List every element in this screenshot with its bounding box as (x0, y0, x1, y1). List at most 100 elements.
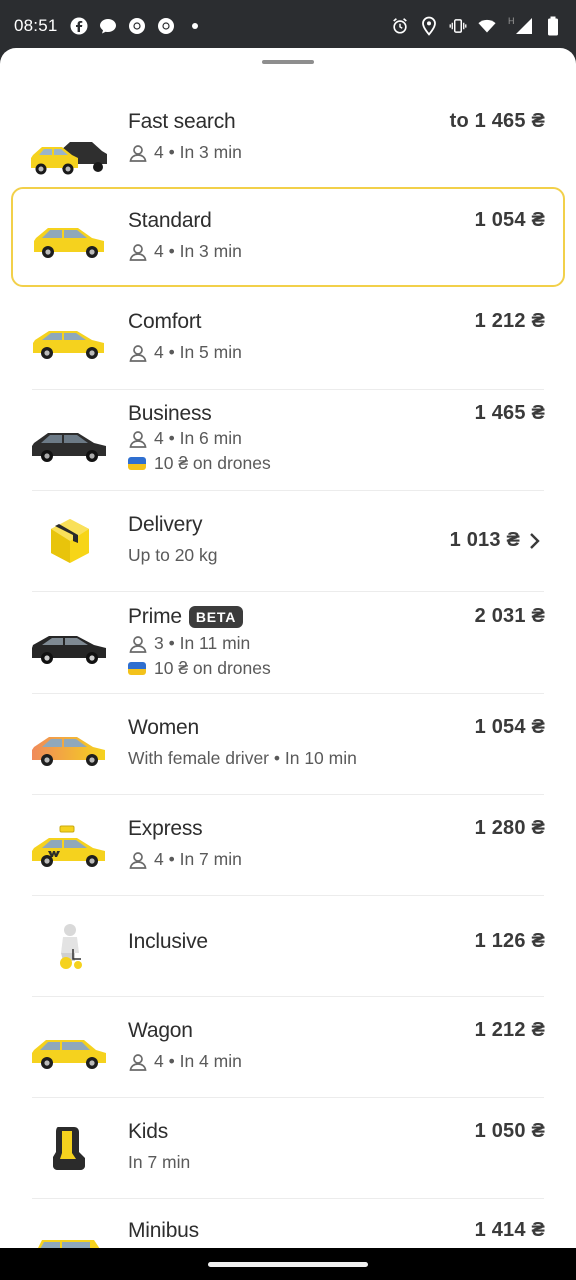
notification-dot-icon (186, 17, 204, 35)
tariff-price: 1 054 ₴ (474, 716, 545, 738)
chevron-right-icon[interactable] (528, 532, 540, 550)
tariff-subtitle: With female driver • In 10 min (128, 748, 357, 768)
tariff-subtitle: In 7 min (128, 1152, 191, 1172)
parcel-box-icon (30, 511, 110, 571)
ukraine-flag-icon (128, 662, 146, 675)
tariff-price: 1 212 ₴ (474, 1019, 545, 1041)
tariff-eta: In 5 min (179, 342, 242, 362)
tariff-price-with-chevron: 1 013 ₴ (450, 529, 540, 552)
person-icon (128, 343, 148, 363)
minibus-icon (30, 1217, 110, 1248)
yellow-car-icon (30, 207, 110, 267)
tariff-meta: 3 • In 11 min (128, 633, 250, 654)
tariff-donation: 10 ₴ on drones (128, 453, 271, 474)
person-icon (128, 634, 148, 654)
network-type-label: H (508, 16, 515, 26)
chrome-icon (128, 17, 146, 35)
tariff-meta: 4 • In 4 min (128, 1051, 242, 1072)
vibrate-icon (449, 17, 467, 35)
tariff-title: Prime (128, 605, 182, 628)
status-time: 08:51 (14, 16, 58, 35)
tariff-title-wrap: Prime BETA (128, 605, 244, 629)
wifi-icon (478, 17, 496, 35)
tariff-meta: 4 • In 6 min (128, 428, 242, 449)
black-car-icon (30, 410, 110, 470)
tariff-title: Women (128, 716, 199, 739)
tariff-price: 1 465 ₴ (474, 402, 545, 424)
person-icon (128, 850, 148, 870)
tariff-eta: In 6 min (179, 428, 242, 448)
tariff-title: Express (128, 817, 203, 840)
home-gesture-pill[interactable] (208, 1262, 368, 1267)
wheelchair-icon (30, 916, 110, 976)
yellow-car-icon (30, 308, 110, 368)
tariff-title: Inclusive (128, 930, 208, 953)
tariff-meta: 4 • In 3 min (128, 241, 242, 262)
tariff-capacity: 4 (154, 1051, 164, 1071)
tariff-title: Business (128, 402, 212, 425)
tariff-title: Delivery (128, 513, 203, 536)
tariff-row-prime[interactable]: Prime BETA 3 • In 11 min 10 ₴ on drones … (0, 592, 576, 694)
tariff-price: 1 013 ₴ (449, 529, 520, 551)
beta-badge: BETA (188, 606, 244, 628)
ukraine-flag-icon (128, 457, 146, 470)
tariff-price: 1 212 ₴ (474, 310, 545, 332)
tariff-donation: 10 ₴ on drones (128, 658, 271, 679)
tariff-row-comfort[interactable]: Comfort 4 • In 5 min 1 212 ₴ (0, 290, 576, 390)
tariff-title: Fast search (128, 110, 236, 133)
tariff-price: 1 126 ₴ (474, 930, 545, 952)
tariff-row-minibus[interactable]: Minibus 1 414 ₴ (0, 1199, 576, 1248)
tariff-row-inclusive[interactable]: Inclusive 1 126 ₴ (0, 896, 576, 997)
tariff-eta: In 3 min (179, 142, 242, 162)
tariff-price: 1 054 ₴ (474, 209, 545, 231)
tariff-row-standard[interactable]: Standard 4 • In 3 min 1 054 ₴ (0, 187, 576, 287)
location-icon (420, 16, 438, 36)
tariff-eta: In 4 min (179, 1051, 242, 1071)
tariff-price: to 1 465 ₴ (449, 110, 545, 132)
donation-text: 10 ₴ on drones (154, 658, 271, 678)
tariff-eta: In 7 min (179, 849, 242, 869)
tariff-row-delivery[interactable]: Delivery Up to 20 kg 1 013 ₴ (0, 491, 576, 592)
person-icon (128, 429, 148, 449)
tariff-row-express[interactable]: Express 4 • In 7 min 1 280 ₴ (0, 795, 576, 896)
chrome-icon (157, 17, 175, 35)
tariff-capacity: 4 (154, 241, 164, 261)
black-sedan-icon (30, 612, 110, 672)
person-icon (128, 242, 148, 262)
tariff-eta: In 11 min (179, 633, 251, 653)
tariff-capacity: 4 (154, 142, 164, 162)
taxi-car-icon (30, 815, 110, 875)
taxi-pair-icon (30, 124, 110, 184)
battery-icon (544, 16, 562, 36)
tariff-meta: 4 • In 7 min (128, 849, 242, 870)
facebook-icon (70, 17, 88, 35)
gradient-car-icon (30, 714, 110, 774)
tariff-title: Wagon (128, 1019, 193, 1042)
tariff-row-business[interactable]: Business 4 • In 6 min 10 ₴ on drones 1 4… (0, 390, 576, 491)
donation-text: 10 ₴ on drones (154, 453, 271, 473)
system-navigation-bar (0, 1248, 576, 1280)
tariff-price: 2 031 ₴ (474, 605, 545, 627)
tariff-capacity: 4 (154, 849, 164, 869)
person-icon (128, 1052, 148, 1072)
tariff-sheet: Fast search 4 • In 3 min to 1 465 ₴ Stan… (0, 48, 576, 1248)
tariff-price: 1 050 ₴ (474, 1120, 545, 1142)
status-bar: 08:51 H (0, 0, 576, 52)
tariff-row-kids[interactable]: Kids In 7 min 1 050 ₴ (0, 1098, 576, 1199)
alarm-icon (391, 17, 409, 35)
tariff-meta: 4 • In 3 min (128, 142, 242, 163)
tariff-row-women[interactable]: Women With female driver • In 10 min 1 0… (0, 694, 576, 795)
person-icon (128, 143, 148, 163)
sheet-grabber[interactable] (262, 60, 314, 64)
chat-bubble-icon (99, 17, 117, 35)
tariff-title: Standard (128, 209, 212, 232)
tariff-subtitle: Up to 20 kg (128, 545, 218, 565)
tariff-title: Minibus (128, 1219, 199, 1242)
yellow-wagon-icon (30, 1017, 110, 1077)
tariff-price: 1 280 ₴ (474, 817, 545, 839)
tariff-capacity: 4 (154, 428, 164, 448)
child-seat-icon (30, 1118, 110, 1178)
tariff-price: 1 414 ₴ (474, 1219, 545, 1241)
signal-icon: H (507, 16, 533, 35)
tariff-row-wagon[interactable]: Wagon 4 • In 4 min 1 212 ₴ (0, 997, 576, 1098)
